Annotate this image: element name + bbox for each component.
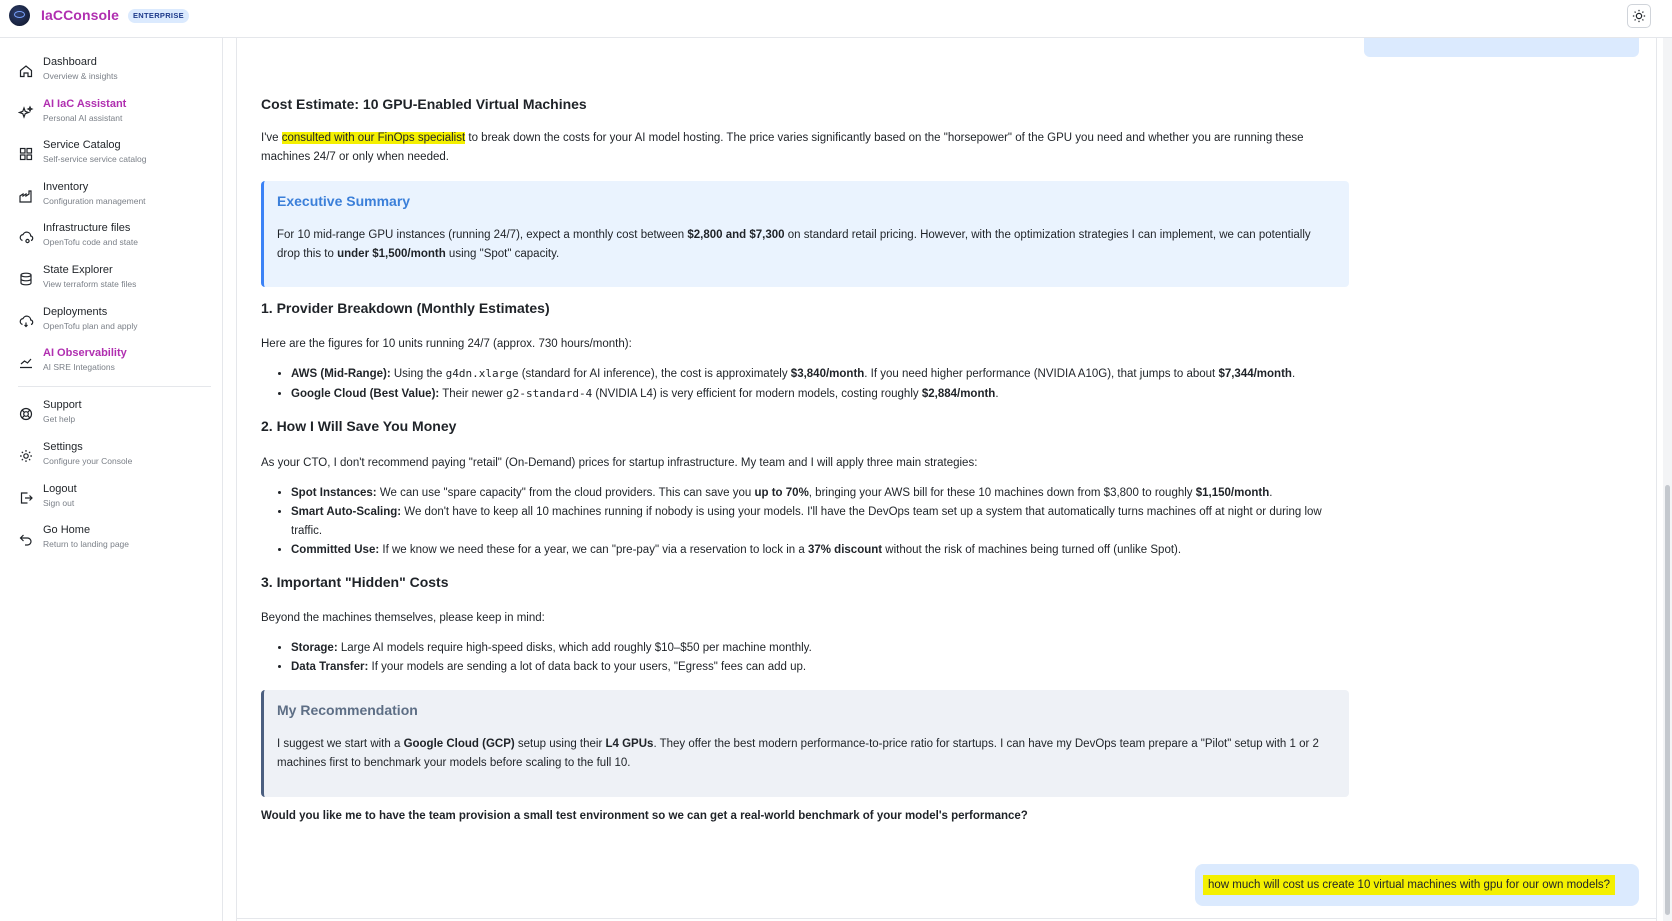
sidebar-item-logout[interactable]: Logout Sign out: [18, 483, 218, 521]
executive-summary-callout: Executive Summary For 10 mid-range GPU i…: [261, 181, 1349, 287]
sidebar-divider: [18, 386, 211, 387]
user-message-text: how much will cost us create 10 virtual …: [1203, 875, 1616, 895]
sidebar-item-subtitle: OpenTofu code and state: [43, 237, 138, 247]
sidebar-item-state-explorer[interactable]: State Explorer View terraform state file…: [18, 264, 218, 302]
section-heading: 1. Provider Breakdown (Monthly Estimates…: [261, 300, 550, 316]
list-item: Smart Auto-Scaling: We don't have to kee…: [291, 503, 1351, 541]
sidebar-item-dashboard[interactable]: Dashboard Overview & insights: [18, 56, 218, 94]
sidebar-item-inventory[interactable]: Inventory Configuration management: [18, 181, 218, 219]
gear-icon: [20, 450, 32, 462]
sidebar-item-ai-iac-assistant[interactable]: AI IaC Assistant Personal AI assistant: [18, 98, 218, 136]
sidebar-item-label: Go Home: [43, 524, 91, 536]
database-icon: [20, 272, 32, 286]
section-heading: 3. Important "Hidden" Costs: [261, 574, 449, 590]
sidebar-item-go-home[interactable]: Go Home Return to landing page: [18, 524, 218, 562]
section-heading: 2. How I Will Save You Money: [261, 418, 457, 434]
sidebar-item-subtitle: Personal AI assistant: [43, 113, 123, 123]
grid-icon: [19, 147, 33, 161]
list-item: Google Cloud (Best Value): Their newer g…: [291, 384, 1351, 404]
sidebar-item-label: Settings: [43, 441, 83, 453]
sidebar-item-subtitle: AI SRE Integations: [43, 362, 115, 372]
sidebar-item-label: Service Catalog: [43, 139, 121, 151]
sidebar-item-subtitle: Configuration management: [43, 196, 146, 206]
sidebar-item-label: Infrastructure files: [43, 222, 131, 234]
home-icon: [19, 65, 33, 78]
chat-panel-bottom-border: [236, 918, 1657, 919]
theme-toggle-button[interactable]: [1627, 4, 1651, 28]
sidebar-item-deployments[interactable]: Deployments OpenTofu plan and apply: [18, 306, 218, 344]
list-item: AWS (Mid-Range): Using the g4dn.xlarge (…: [291, 364, 1351, 384]
sidebar-item-label: Dashboard: [43, 56, 97, 68]
app-logo[interactable]: [9, 5, 30, 26]
sidebar-item-subtitle: OpenTofu plan and apply: [43, 321, 138, 331]
sidebar-item-subtitle: Overview & insights: [43, 71, 118, 81]
sidebar-item-settings[interactable]: Settings Configure your Console: [18, 441, 218, 479]
sidebar-item-infrastructure-files[interactable]: Infrastructure files OpenTofu code and s…: [18, 222, 218, 260]
sun-icon: [1632, 9, 1646, 23]
scrollbar-thumb[interactable]: [1665, 485, 1670, 915]
list-item: Storage: Large AI models require high-sp…: [291, 639, 1351, 658]
sidebar-item-subtitle: Get help: [43, 414, 76, 424]
list-item: Spot Instances: We can use "spare capaci…: [291, 484, 1351, 503]
top-bar: IaCConsole ENTERPRISE: [0, 0, 1672, 38]
sparkles-icon: [18, 105, 34, 119]
section-text: As your CTO, I don't recommend paying "r…: [261, 457, 978, 469]
list-item: Committed Use: If we know we need these …: [291, 541, 1351, 560]
callout-body: For 10 mid-range GPU instances (running …: [277, 229, 1311, 260]
log-out-icon: [20, 492, 33, 504]
response-intro: I've consulted with our FinOps specialis…: [261, 132, 1304, 163]
cloud-sync-icon: [19, 315, 34, 328]
callout-title: My Recommendation: [277, 702, 418, 718]
sidebar-item-subtitle: Configure your Console: [43, 456, 133, 466]
section-text: Here are the figures for 10 units runnin…: [261, 338, 632, 350]
sidebar-item-label: Support: [43, 399, 82, 411]
undo-arrow-icon: [19, 534, 32, 546]
savings-list: Spot Instances: We can use "spare capaci…: [261, 484, 1351, 560]
recommendation-callout: My Recommendation I suggest we start wit…: [261, 690, 1349, 797]
factory-icon: [19, 190, 32, 203]
sidebar-item-label: Deployments: [43, 306, 108, 318]
sidebar-item-support[interactable]: Support Get help: [18, 399, 218, 437]
callout-body: I suggest we start with a Google Cloud (…: [277, 738, 1319, 769]
sidebar-item-label: Inventory: [43, 181, 89, 193]
list-item: Data Transfer: If your models are sendin…: [291, 658, 1351, 677]
edition-badge: ENTERPRISE: [128, 9, 189, 23]
previous-message-bubble: [1364, 38, 1639, 57]
response-title: Cost Estimate: 10 GPU-Enabled Virtual Ma…: [261, 96, 587, 112]
callout-title: Executive Summary: [277, 193, 411, 209]
sidebar-item-label: AI IaC Assistant: [43, 98, 127, 110]
sidebar-item-ai-observability[interactable]: AI Observability AI SRE Integations: [18, 347, 218, 385]
provider-list: AWS (Mid-Range): Using the g4dn.xlarge (…: [261, 364, 1351, 404]
sidebar-item-subtitle: Self-service service catalog: [43, 154, 147, 164]
sidebar-item-subtitle: Sign out: [43, 498, 75, 508]
sidebar-item-service-catalog[interactable]: Service Catalog Self-service service cat…: [18, 139, 218, 177]
follow-up-question: Would you like me to have the team provi…: [261, 810, 1028, 822]
highlighted-text: consulted with our FinOps specialist: [281, 132, 466, 144]
sidebar: Dashboard Overview & insights AI IaC Ass…: [0, 38, 223, 921]
life-buoy-icon: [19, 407, 33, 421]
sidebar-item-subtitle: View terraform state files: [43, 279, 137, 289]
chart-line-icon: [20, 358, 32, 369]
brand-name[interactable]: IaCConsole: [41, 7, 119, 23]
sidebar-item-label: Logout: [43, 483, 77, 495]
sidebar-item-label: AI Observability: [43, 347, 127, 359]
cloud-cog-icon: [19, 231, 34, 244]
section-text: Beyond the machines themselves, please k…: [261, 612, 545, 624]
sidebar-item-subtitle: Return to landing page: [43, 539, 130, 549]
sidebar-item-label: State Explorer: [43, 264, 113, 276]
hidden-costs-list: Storage: Large AI models require high-sp…: [261, 639, 1351, 677]
